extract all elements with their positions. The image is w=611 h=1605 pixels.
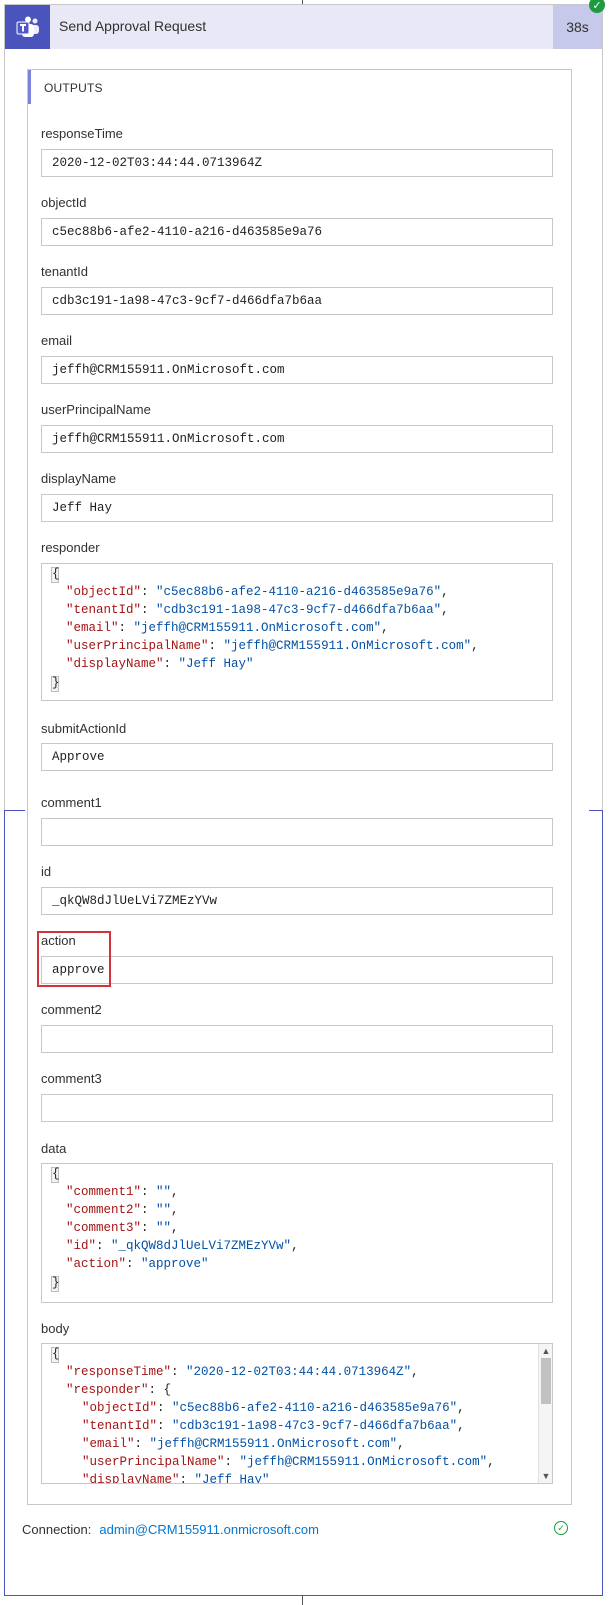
field-value-responseTime[interactable]: 2020-12-02T03:44:44.0713964Z [41,149,553,177]
field-value-submitActionId[interactable]: Approve [41,743,553,771]
field-value-comment2[interactable] [41,1025,553,1053]
field-value-comment3[interactable] [41,1094,553,1122]
json-line: "tenantId": "cdb3c191-1a98-47c3-9cf7-d46… [82,1419,465,1433]
json-line: "email": "jeffh@CRM155911.OnMicrosoft.co… [66,621,389,635]
field-label-id: id [41,864,52,879]
field-label-objectId: objectId [41,195,87,210]
json-line: "displayName": "Jeff Hay" [66,657,254,671]
json-close-brace: } [52,676,60,690]
field-label-userPrincipalName: userPrincipalName [41,402,151,417]
json-close-brace: } [52,1276,60,1290]
json-line: "comment1": "", [66,1185,179,1199]
json-line: "userPrincipalName": "jeffh@CRM155911.On… [66,639,479,653]
json-line: "userPrincipalName": "jeffh@CRM155911.On… [82,1455,495,1469]
field-label-action: action [41,933,76,948]
json-line: "email": "jeffh@CRM155911.OnMicrosoft.co… [82,1437,405,1451]
json-line: "displayName": "Jeff Hay" [82,1473,270,1484]
scroll-thumb[interactable] [541,1358,551,1404]
json-line: "id": "_qkQW8dJlUeLVi7ZMEzYVw", [66,1239,299,1253]
json-open-brace: { [52,1167,60,1181]
field-label-tenantId: tenantId [41,264,88,279]
outputs-header: OUTPUTS [28,70,571,104]
json-line: "action": "approve" [66,1257,209,1271]
field-value-comment1[interactable] [41,818,553,846]
data-json-box[interactable]: { "comment1": "", "comment2": "", "comme… [41,1163,553,1303]
connection-account-link[interactable]: admin@CRM155911.onmicrosoft.com [99,1522,319,1537]
field-label-responder: responder [41,540,100,555]
action-header[interactable]: Send Approval Request 38s [5,5,602,49]
body-json-box[interactable]: { "responseTime": "2020-12-02T03:44:44.0… [41,1343,553,1484]
outputs-title: OUTPUTS [44,81,103,95]
field-label-displayName: displayName [41,471,117,486]
field-value-action[interactable]: approve [41,956,553,984]
field-value-tenantId[interactable]: cdb3c191-1a98-47c3-9cf7-d466dfa7b6aa [41,287,553,315]
connection-row: Connection: admin@CRM155911.onmicrosoft.c… [22,1522,319,1537]
json-open-brace: { [52,567,60,581]
body-scrollbar[interactable]: ▲ ▼ [538,1344,552,1483]
field-value-objectId[interactable]: c5ec88b6-afe2-4110-a216-d463585e9a76 [41,218,553,246]
field-label-data: data [41,1141,67,1156]
field-label-comment2: comment2 [41,1002,102,1017]
json-line: "comment2": "", [66,1203,179,1217]
json-line: "comment3": "", [66,1221,179,1235]
teams-icon [5,5,50,49]
field-value-displayName[interactable]: Jeff Hay [41,494,553,522]
field-value-id[interactable]: _qkQW8dJlUeLVi7ZMEzYVw [41,887,553,915]
field-label-comment3: comment3 [41,1071,102,1086]
check-circle-icon: ✓ [554,1521,568,1535]
json-open-brace: { [52,1347,60,1361]
field-label-email: email [41,333,73,348]
scroll-up-icon[interactable]: ▲ [541,1346,551,1356]
field-label-body: body [41,1321,70,1336]
scroll-down-icon[interactable]: ▼ [541,1471,551,1481]
field-label-responseTime: responseTime [41,126,123,141]
json-line: "responseTime": "2020-12-02T03:44:44.071… [66,1365,419,1379]
field-label-submitActionId: submitActionId [41,721,127,736]
json-line: "tenantId": "cdb3c191-1a98-47c3-9cf7-d46… [66,603,449,617]
json-line: "objectId": "c5ec88b6-afe2-4110-a216-d46… [66,585,449,599]
json-line: "objectId": "c5ec88b6-afe2-4110-a216-d46… [82,1401,465,1415]
action-title: Send Approval Request [59,18,207,34]
json-line: "responder": { [66,1383,172,1397]
field-value-email[interactable]: jeffh@CRM155911.OnMicrosoft.com [41,356,553,384]
field-value-userPrincipalName[interactable]: jeffh@CRM155911.OnMicrosoft.com [41,425,553,453]
field-label-comment1: comment1 [41,795,102,810]
connection-label: Connection: [22,1522,92,1537]
flow-connector-bottom [302,1596,303,1605]
responder-json-box[interactable]: { "objectId": "c5ec88b6-afe2-4110-a216-d… [41,563,553,701]
